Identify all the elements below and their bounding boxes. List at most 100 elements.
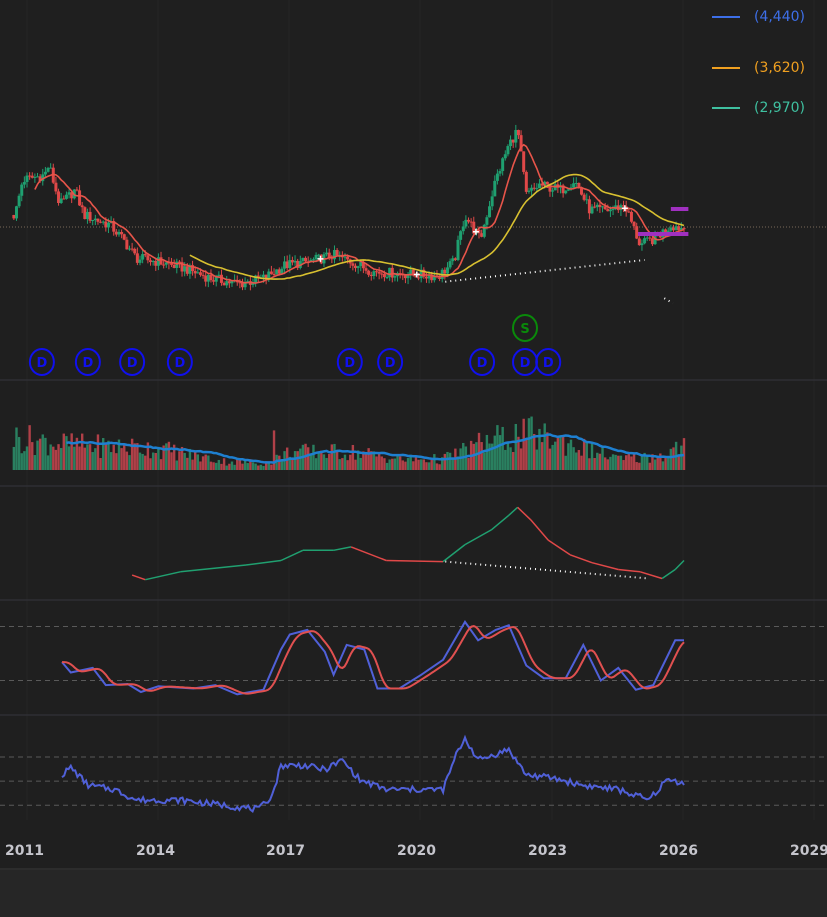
candle[interactable] xyxy=(417,277,421,279)
candle[interactable] xyxy=(511,139,515,143)
candle[interactable] xyxy=(598,204,602,207)
candle[interactable] xyxy=(516,130,520,136)
candle[interactable] xyxy=(456,239,460,260)
candle[interactable] xyxy=(285,261,289,269)
candle[interactable] xyxy=(204,275,208,282)
candle[interactable] xyxy=(99,221,103,223)
candle[interactable] xyxy=(143,254,147,256)
candle[interactable] xyxy=(645,237,649,239)
candle[interactable] xyxy=(601,206,605,208)
candle[interactable] xyxy=(330,258,334,260)
candle[interactable] xyxy=(151,260,155,263)
candle[interactable] xyxy=(325,252,329,255)
candle[interactable] xyxy=(212,280,216,282)
candle[interactable] xyxy=(537,183,541,189)
indicator-pane-3[interactable] xyxy=(0,734,827,813)
candle[interactable] xyxy=(335,250,339,256)
candle[interactable] xyxy=(443,269,447,274)
candle[interactable] xyxy=(506,146,510,155)
candle[interactable] xyxy=(509,139,513,147)
candle[interactable] xyxy=(572,183,576,188)
candle[interactable] xyxy=(54,182,58,192)
candle[interactable] xyxy=(390,267,394,278)
candle[interactable] xyxy=(648,237,652,239)
candle[interactable] xyxy=(85,211,89,220)
candle[interactable] xyxy=(580,188,584,195)
candle[interactable] xyxy=(524,171,528,192)
candle[interactable] xyxy=(80,205,84,208)
candle[interactable] xyxy=(493,180,497,197)
candle[interactable] xyxy=(78,190,82,206)
candle[interactable] xyxy=(490,196,494,207)
oscillator-pane[interactable] xyxy=(0,620,827,696)
candle[interactable] xyxy=(632,221,636,227)
candle[interactable] xyxy=(62,198,66,200)
candle[interactable] xyxy=(527,190,531,192)
candle[interactable] xyxy=(532,187,536,189)
candle[interactable] xyxy=(146,255,150,261)
candle[interactable] xyxy=(219,274,223,283)
candle[interactable] xyxy=(445,267,449,274)
candle[interactable] xyxy=(448,261,452,268)
candle[interactable] xyxy=(227,281,231,284)
candle[interactable] xyxy=(587,199,591,214)
candle[interactable] xyxy=(314,254,318,260)
candle[interactable] xyxy=(495,173,499,181)
candle[interactable] xyxy=(367,270,371,275)
candle[interactable] xyxy=(482,224,486,237)
candle[interactable] xyxy=(272,273,276,275)
candle[interactable] xyxy=(117,231,121,235)
candle[interactable] xyxy=(403,275,407,279)
candle[interactable] xyxy=(33,176,37,178)
candle[interactable] xyxy=(243,283,247,288)
candle[interactable] xyxy=(198,272,202,275)
candle[interactable] xyxy=(22,182,26,185)
candle[interactable] xyxy=(317,254,321,256)
candle[interactable] xyxy=(372,271,376,277)
candle[interactable] xyxy=(133,248,137,254)
candle[interactable] xyxy=(49,167,53,169)
candle[interactable] xyxy=(406,275,410,279)
candle[interactable] xyxy=(172,264,176,268)
candle[interactable] xyxy=(608,209,612,212)
indicator-pane-1[interactable] xyxy=(131,506,685,581)
candle[interactable] xyxy=(59,198,63,203)
candle[interactable] xyxy=(611,209,615,211)
candle[interactable] xyxy=(301,257,305,262)
candle[interactable] xyxy=(459,231,463,240)
candle[interactable] xyxy=(393,276,397,278)
candle[interactable] xyxy=(369,274,373,277)
candle[interactable] xyxy=(162,264,166,266)
candle[interactable] xyxy=(351,263,355,266)
candle[interactable] xyxy=(96,218,100,222)
candle[interactable] xyxy=(25,175,29,183)
candle[interactable] xyxy=(57,191,61,203)
candle[interactable] xyxy=(101,221,105,223)
candle[interactable] xyxy=(453,258,457,260)
candle[interactable] xyxy=(293,260,297,263)
candle[interactable] xyxy=(185,266,189,274)
candle[interactable] xyxy=(674,226,678,231)
candle[interactable] xyxy=(582,194,586,200)
candle[interactable] xyxy=(669,227,673,231)
candle[interactable] xyxy=(501,158,505,172)
candle[interactable] xyxy=(135,253,139,263)
candle[interactable] xyxy=(17,195,21,207)
candle[interactable] xyxy=(196,272,200,274)
candle[interactable] xyxy=(461,226,465,232)
candle[interactable] xyxy=(488,206,492,218)
candle[interactable] xyxy=(156,257,160,266)
candle[interactable] xyxy=(267,271,271,279)
candle[interactable] xyxy=(43,171,47,175)
candle[interactable] xyxy=(159,257,163,265)
candle[interactable] xyxy=(114,231,118,235)
candle[interactable] xyxy=(149,260,153,263)
candle[interactable] xyxy=(503,154,507,159)
candle[interactable] xyxy=(311,259,315,261)
candle[interactable] xyxy=(356,266,360,269)
candle[interactable] xyxy=(141,254,145,260)
candle[interactable] xyxy=(127,248,131,250)
candle[interactable] xyxy=(67,192,71,195)
candle[interactable] xyxy=(125,239,129,250)
candle[interactable] xyxy=(627,211,631,213)
